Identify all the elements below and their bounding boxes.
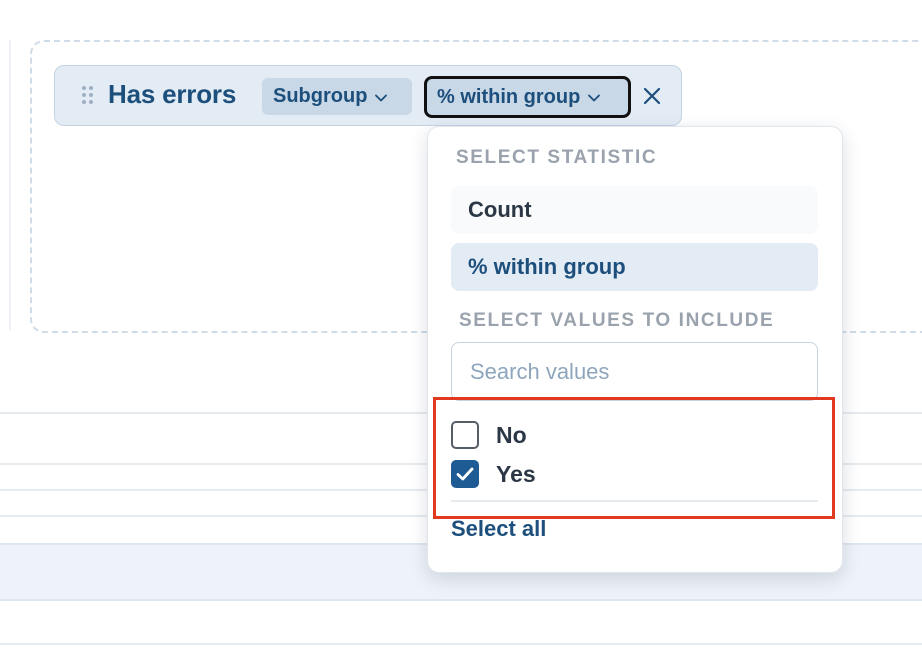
checkbox-unchecked[interactable] [451, 421, 479, 449]
checkbox-checked[interactable] [451, 460, 479, 488]
chevron-down-icon [588, 94, 601, 102]
statistic-option-label: % within group [468, 254, 626, 279]
values-divider [451, 500, 818, 502]
app-canvas: Has errors Subgroup % within group SELEC… [0, 0, 922, 650]
select-statistic-heading: SELECT STATISTIC [456, 147, 658, 168]
statistic-option-count[interactable]: Count [451, 186, 818, 234]
search-values-input[interactable] [451, 342, 818, 401]
value-option-no[interactable]: No [451, 420, 527, 450]
checkmark-icon [456, 467, 474, 481]
subgroup-label: Subgroup [273, 85, 368, 107]
chevron-down-icon [375, 94, 388, 101]
select-all-link[interactable]: Select all [451, 516, 546, 542]
table-row-divider [0, 643, 922, 645]
statistic-option-percent-within-group[interactable]: % within group [451, 243, 818, 291]
field-chip-title: Has errors [108, 79, 237, 109]
statistic-option-label: Count [468, 197, 532, 222]
subgroup-dropdown-button[interactable]: Subgroup [262, 78, 412, 115]
statistic-label: % within group [437, 85, 581, 108]
value-option-yes[interactable]: Yes [451, 459, 536, 489]
value-option-label: Yes [496, 460, 536, 487]
drag-handle-icon[interactable] [82, 86, 94, 106]
left-divider [9, 40, 11, 330]
select-values-heading: SELECT VALUES TO INCLUDE [459, 310, 775, 331]
statistic-dropdown-button[interactable]: % within group [424, 76, 631, 118]
value-option-label: No [496, 421, 527, 448]
close-icon[interactable] [640, 84, 664, 108]
